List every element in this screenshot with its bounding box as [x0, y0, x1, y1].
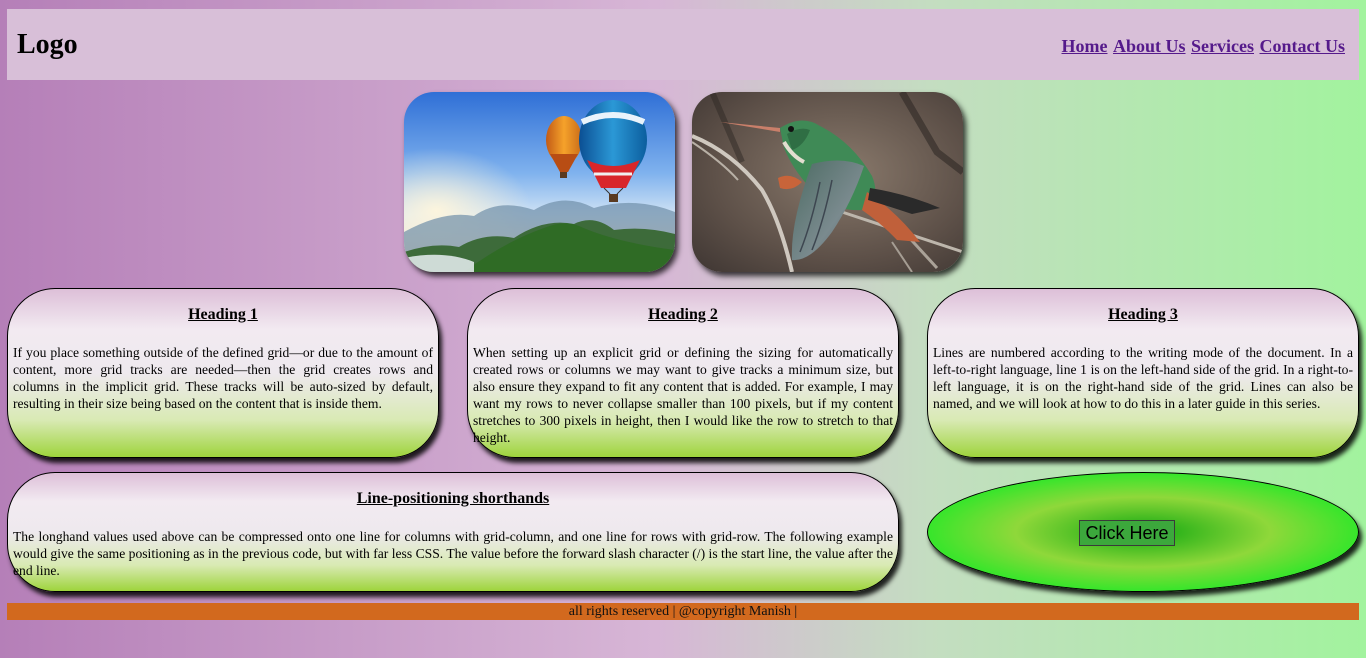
card-text: The longhand values used above can be co…: [13, 529, 893, 578]
card-text: Lines are numbered according to the writ…: [933, 345, 1353, 411]
card-heading: Line-positioning shorthands: [356, 490, 550, 507]
content-card-3: Heading 3 Lines are numbered according t…: [927, 288, 1359, 458]
hummingbird-photo: [692, 92, 963, 272]
card-text: If you place something outside of the de…: [13, 345, 433, 411]
site-header: Logo Home About Us Services Contact Us: [7, 9, 1359, 80]
cta-panel: Click Here: [927, 472, 1359, 592]
nav-link-services[interactable]: Services: [1191, 36, 1254, 56]
card-heading: Heading 3: [1108, 306, 1178, 323]
balloons-photo: [404, 92, 675, 272]
nav-link-home[interactable]: Home: [1062, 36, 1108, 56]
main-nav: Home About Us Services Contact Us: [1061, 36, 1346, 56]
content-card-wide: Line-positioning shorthands The longhand…: [7, 472, 899, 592]
content-card-1: Heading 1 If you place something outside…: [7, 288, 439, 458]
site-footer: all rights reserved | @copyright Manish …: [7, 603, 1359, 620]
card-heading: Heading 2: [648, 306, 718, 323]
logo[interactable]: Logo: [17, 30, 78, 60]
card-heading: Heading 1: [188, 306, 258, 323]
card-text: When setting up an explicit grid or defi…: [473, 345, 893, 445]
nav-link-contact-us[interactable]: Contact Us: [1260, 36, 1346, 56]
content-card-2: Heading 2 When setting up an explicit gr…: [467, 288, 899, 458]
footer-copyright: all rights reserved | @copyright Manish …: [568, 604, 798, 619]
click-here-button[interactable]: Click Here: [1079, 520, 1175, 546]
nav-link-about-us[interactable]: About Us: [1113, 36, 1186, 56]
